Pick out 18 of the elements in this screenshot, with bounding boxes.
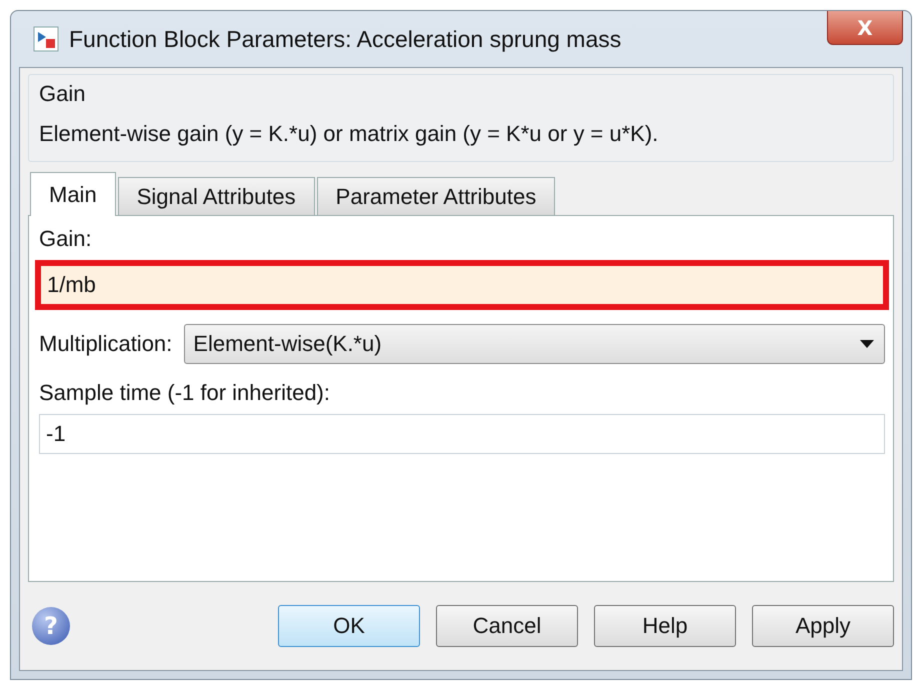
- input-field[interactable]: -1: [39, 414, 885, 454]
- description-text: Element-wise gain (y = K.*u) or matrix gain (y = K*u or y = u*K).: [39, 121, 660, 147]
- dialog-button[interactable]: Apply: [752, 605, 894, 647]
- dialog-button[interactable]: Cancel: [436, 605, 578, 647]
- group-title: Gain: [39, 81, 86, 107]
- input-field[interactable]: 1/mb: [35, 260, 889, 310]
- dialog-button[interactable]: Help: [594, 605, 736, 647]
- field-label: Sample time (-1 for inherited):: [39, 380, 331, 406]
- tab[interactable]: Parameter Attributes: [316, 177, 556, 215]
- dropdown[interactable]: Element-wise(K.*u): [184, 324, 885, 364]
- window-title: Function Block Parameters: Acceleration sprung mass: [69, 26, 622, 52]
- field-label: Multiplication:: [39, 331, 172, 357]
- dialog-button[interactable]: OK: [278, 605, 420, 647]
- tab[interactable]: Signal Attributes: [118, 177, 315, 215]
- tab[interactable]: Main: [30, 172, 116, 216]
- caret-icon: [860, 340, 874, 348]
- block-icon: [33, 26, 59, 52]
- field-label: Gain:: [39, 226, 93, 252]
